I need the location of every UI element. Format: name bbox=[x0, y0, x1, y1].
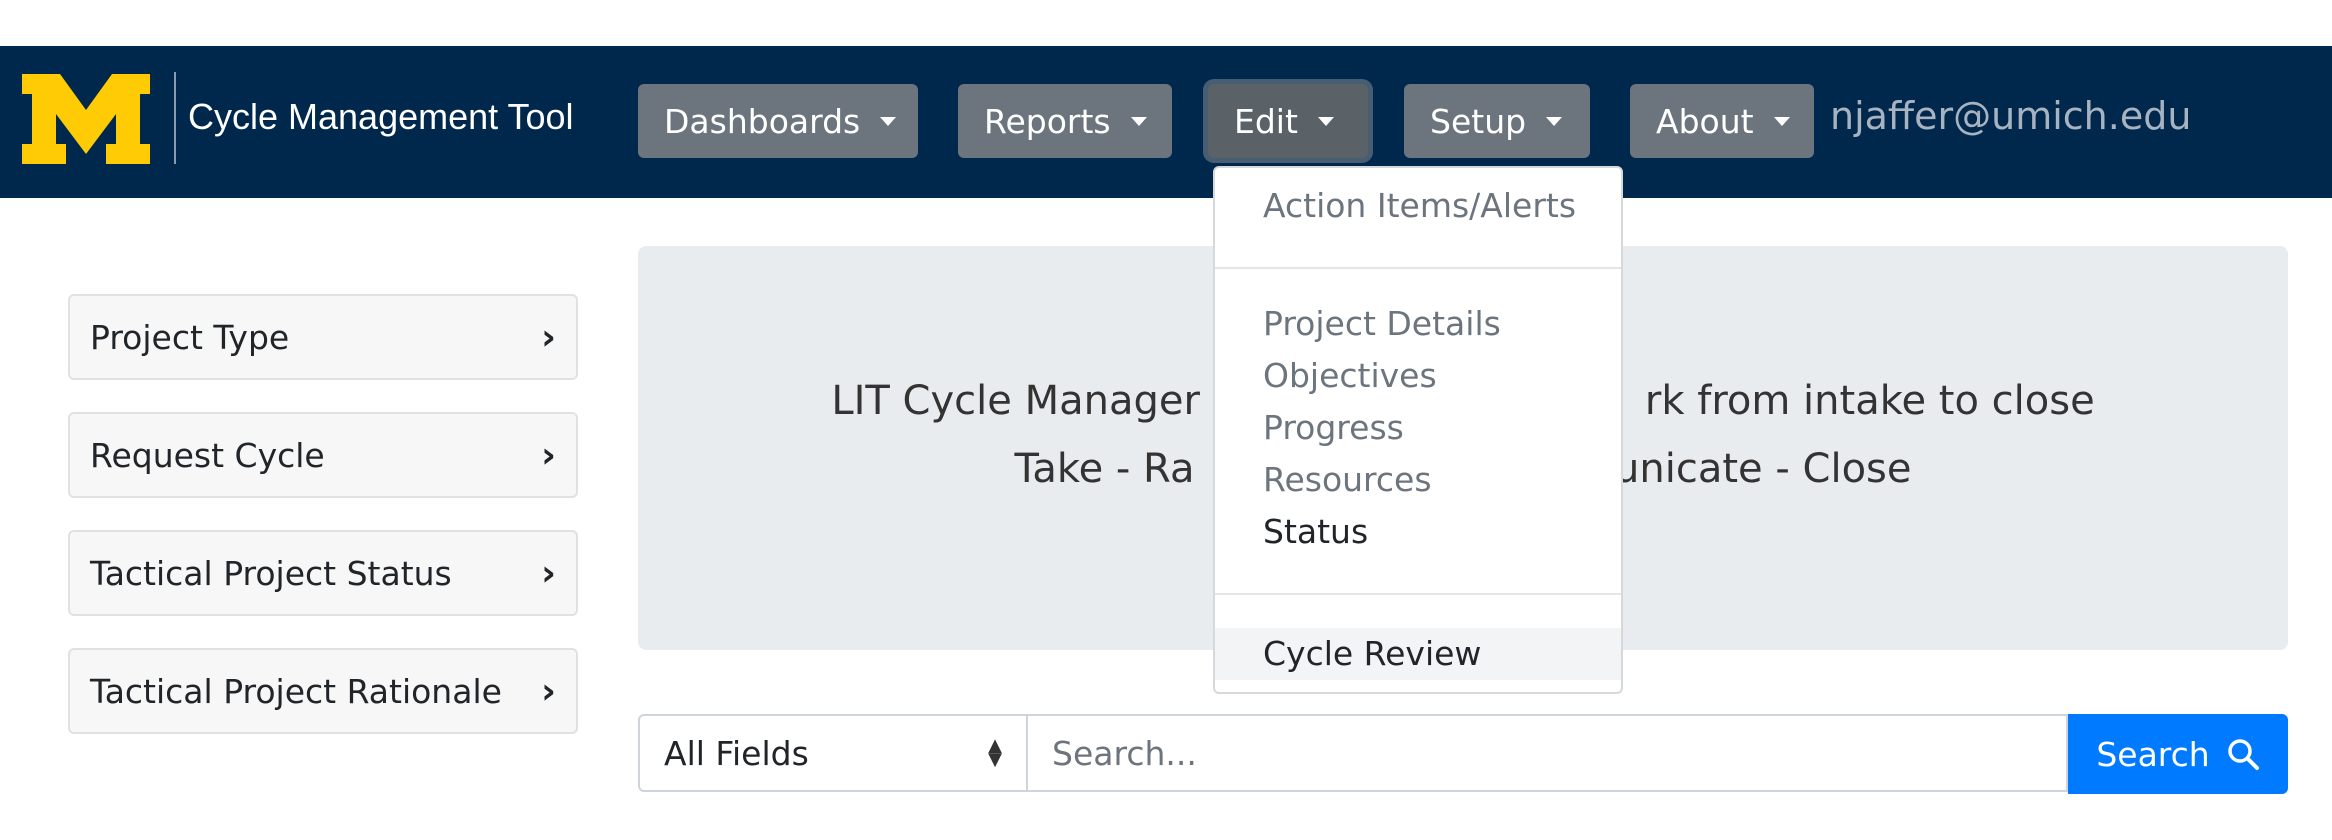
select-arrows-icon: ▲ ▼ bbox=[988, 735, 1002, 770]
sidebar-item-label: Request Cycle bbox=[90, 435, 325, 475]
menu-divider bbox=[1215, 593, 1621, 595]
brand-title[interactable]: Cycle Management Tool bbox=[188, 96, 574, 138]
caret-down-icon bbox=[880, 116, 897, 126]
nav-setup-label: Setup bbox=[1430, 101, 1527, 141]
top-navbar: Cycle Management Tool Dashboards Reports… bbox=[0, 46, 2332, 198]
nav-reports-button[interactable]: Reports bbox=[958, 84, 1172, 158]
nav-dashboards-label: Dashboards bbox=[664, 101, 861, 141]
menu-item-cycle-review[interactable]: Cycle Review bbox=[1215, 628, 1621, 680]
caret-down-icon bbox=[1317, 116, 1334, 126]
menu-item-objectives[interactable]: Objectives bbox=[1215, 356, 1621, 395]
nav-about-label: About bbox=[1656, 101, 1754, 141]
sidebar-item-project-type[interactable]: Project Type › bbox=[68, 294, 578, 380]
chevron-right-icon: › bbox=[541, 316, 556, 358]
sidebar-item-label: Tactical Project Rationale bbox=[90, 671, 502, 711]
search-icon bbox=[2227, 739, 2259, 770]
user-email[interactable]: njaffer@umich.edu bbox=[1830, 94, 2191, 138]
sidebar-item-tactical-project-rationale[interactable]: Tactical Project Rationale › bbox=[68, 648, 578, 734]
chevron-right-icon: › bbox=[541, 552, 556, 594]
sidebar-item-label: Project Type bbox=[90, 317, 290, 357]
sidebar-item-tactical-project-status[interactable]: Tactical Project Status › bbox=[68, 530, 578, 616]
caret-down-icon bbox=[1130, 116, 1147, 126]
chevron-right-icon: › bbox=[541, 434, 556, 476]
nav-reports-label: Reports bbox=[984, 101, 1111, 141]
nav-dashboards-button[interactable]: Dashboards bbox=[638, 84, 918, 158]
sidebar-item-request-cycle[interactable]: Request Cycle › bbox=[68, 412, 578, 498]
field-select[interactable]: All Fields ▲ ▼ bbox=[638, 714, 1028, 792]
nav-setup-button[interactable]: Setup bbox=[1404, 84, 1590, 158]
nav-edit-button[interactable]: Edit bbox=[1208, 84, 1368, 158]
menu-item-resources[interactable]: Resources bbox=[1215, 460, 1621, 499]
menu-item-status[interactable]: Status bbox=[1215, 512, 1621, 551]
nav-edit-label: Edit bbox=[1234, 101, 1298, 141]
caret-down-icon bbox=[1773, 116, 1790, 126]
menu-divider bbox=[1215, 267, 1621, 269]
sidebar-item-label: Tactical Project Status bbox=[90, 553, 452, 593]
brand-divider bbox=[174, 72, 176, 164]
search-input[interactable] bbox=[1028, 714, 2068, 792]
field-select-value: All Fields bbox=[664, 733, 809, 773]
edit-dropdown-menu: Action Items/Alerts Project Details Obje… bbox=[1213, 166, 1623, 694]
search-button[interactable]: Search bbox=[2068, 714, 2288, 794]
caret-down-icon bbox=[1546, 116, 1563, 126]
umich-logo[interactable] bbox=[22, 74, 150, 164]
search-button-label: Search bbox=[2096, 734, 2210, 774]
menu-item-action-items-alerts[interactable]: Action Items/Alerts bbox=[1215, 186, 1621, 225]
menu-item-project-details[interactable]: Project Details bbox=[1215, 304, 1621, 343]
menu-item-progress[interactable]: Progress bbox=[1215, 408, 1621, 447]
nav-about-button[interactable]: About bbox=[1630, 84, 1814, 158]
chevron-right-icon: › bbox=[541, 670, 556, 712]
